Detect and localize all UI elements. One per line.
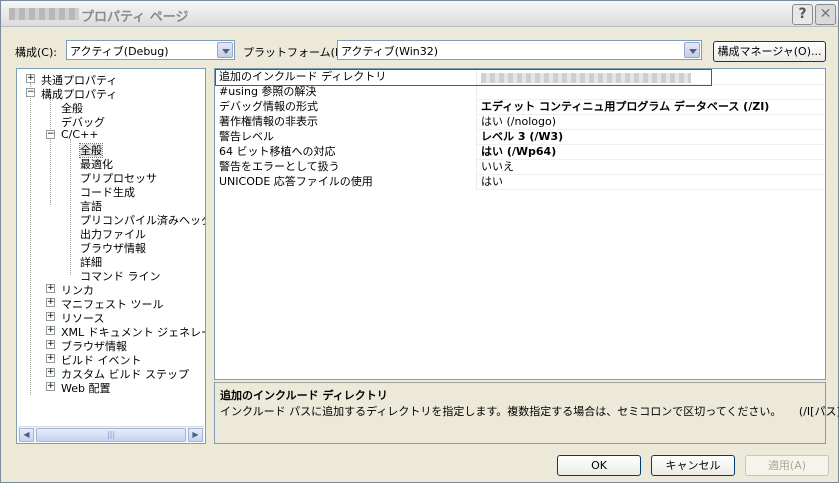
- expand-icon[interactable]: +: [46, 326, 55, 335]
- tree-item-browse-info[interactable]: ブラウザ情報: [80, 240, 146, 255]
- property-name: デバッグ情報の形式: [215, 100, 477, 115]
- property-pages-window: プロパティ ページ ? ✕ 構成(C): アクティブ(Debug) プラットフォ…: [0, 0, 839, 483]
- expand-icon[interactable]: +: [46, 382, 55, 391]
- property-row[interactable]: 警告レベル レベル 3 (/W3): [215, 130, 825, 145]
- project-name-blurred: [9, 8, 79, 20]
- chevron-down-icon[interactable]: [217, 42, 233, 58]
- tree-line: [30, 83, 31, 395]
- config-value: アクティブ(Debug): [70, 45, 169, 58]
- platform-dropdown[interactable]: アクティブ(Win32): [337, 40, 702, 60]
- description-text-line: インクルード パスに追加するディレクトリを指定します。複数指定する場合は、セミコ…: [220, 403, 839, 419]
- property-value[interactable]: はい: [481, 175, 503, 190]
- expand-icon[interactable]: +: [46, 284, 55, 293]
- expand-icon[interactable]: +: [46, 298, 55, 307]
- tree-item-code-generation[interactable]: コード生成: [80, 184, 135, 199]
- tree-item-language[interactable]: 言語: [80, 198, 102, 213]
- tree-horizontal-scrollbar[interactable]: ◀ ||| ▶: [18, 426, 204, 442]
- tree-item-command-line[interactable]: コマンド ライン: [80, 268, 161, 283]
- property-name: 著作権情報の非表示: [215, 115, 477, 130]
- tree-line: [70, 139, 71, 275]
- config-manager-button[interactable]: 構成マネージャ(O)...: [713, 41, 826, 62]
- scroll-right-icon[interactable]: ▶: [188, 428, 203, 442]
- collapse-icon[interactable]: −: [46, 130, 55, 139]
- expand-icon[interactable]: +: [46, 354, 55, 363]
- tree-item-label: C/C++: [61, 128, 99, 141]
- window-title: プロパティ ページ: [81, 10, 189, 25]
- property-row[interactable]: 警告をエラーとして扱う いいえ: [215, 160, 825, 175]
- tree-item-preprocessor[interactable]: プリプロセッサ: [80, 170, 157, 185]
- expand-icon[interactable]: +: [46, 340, 55, 349]
- close-button[interactable]: ✕: [815, 4, 836, 25]
- tree-item-output-files[interactable]: 出力ファイル: [80, 226, 146, 241]
- property-row[interactable]: 64 ビット移植への対応 はい (/Wp64): [215, 145, 825, 160]
- property-row[interactable]: UNICODE 応答ファイルの使用 はい: [215, 175, 825, 190]
- property-value[interactable]: いいえ: [481, 160, 514, 175]
- description-switch: (/I[パス]): [798, 405, 839, 418]
- scroll-thumb[interactable]: |||: [36, 428, 186, 442]
- help-button[interactable]: ?: [792, 4, 813, 25]
- cancel-button[interactable]: キャンセル: [651, 455, 735, 476]
- collapse-icon[interactable]: −: [26, 88, 35, 97]
- property-value[interactable]: エディット コンティニュ用プログラム データベース (/ZI): [481, 100, 769, 115]
- property-row[interactable]: #using 参照の解決: [215, 85, 825, 100]
- apply-button[interactable]: 適用(A): [745, 455, 829, 476]
- property-name: 警告をエラーとして扱う: [215, 160, 477, 175]
- expand-icon[interactable]: +: [46, 368, 55, 377]
- config-label: 構成(C):: [15, 46, 57, 59]
- property-value[interactable]: はい (/nologo): [481, 115, 556, 130]
- description-text: インクルード パスに追加するディレクトリを指定します。複数指定する場合は、セミコ…: [220, 405, 782, 418]
- expand-icon[interactable]: +: [46, 312, 55, 321]
- property-grid[interactable]: 追加のインクルード ディレクトリ #using 参照の解決 デバッグ情報の形式 …: [214, 68, 826, 380]
- tree-item-label: Web 配置: [61, 382, 111, 395]
- tree-item-cpp-general[interactable]: 全般: [79, 142, 103, 158]
- property-name: 警告レベル: [215, 130, 477, 145]
- highlight-box: [215, 69, 712, 86]
- expand-icon[interactable]: +: [26, 74, 35, 83]
- property-name: #using 参照の解決: [215, 85, 477, 100]
- tree-item-debug[interactable]: デバッグ: [61, 114, 105, 129]
- property-name: 64 ビット移植への対応: [215, 145, 477, 160]
- property-row[interactable]: 著作権情報の非表示 はい (/nologo): [215, 115, 825, 130]
- tree-item-optimization[interactable]: 最適化: [80, 156, 113, 171]
- property-value[interactable]: はい (/Wp64): [481, 145, 556, 160]
- scroll-left-icon[interactable]: ◀: [19, 428, 34, 442]
- description-title: 追加のインクルード ディレクトリ: [220, 389, 388, 402]
- property-value[interactable]: レベル 3 (/W3): [481, 130, 563, 145]
- chevron-down-icon[interactable]: [684, 42, 700, 58]
- platform-value: アクティブ(Win32): [341, 45, 439, 58]
- category-tree[interactable]: + 共通プロパティ − 構成プロパティ 全般 デバッグ − C/C++ 全般 最…: [16, 68, 206, 444]
- config-dropdown[interactable]: アクティブ(Debug): [66, 40, 235, 60]
- tree-item-general[interactable]: 全般: [61, 100, 83, 115]
- property-row[interactable]: デバッグ情報の形式 エディット コンティニュ用プログラム データベース (/ZI…: [215, 100, 825, 115]
- tree-line: [50, 97, 51, 205]
- title-bar[interactable]: プロパティ ページ ? ✕: [1, 1, 838, 27]
- description-panel: 追加のインクルード ディレクトリ インクルード パスに追加するディレクトリを指定…: [214, 382, 839, 444]
- property-name: UNICODE 応答ファイルの使用: [215, 175, 477, 190]
- tree-item-precompiled-headers[interactable]: プリコンパイル済みヘッダー: [80, 212, 205, 227]
- tree-item-advanced[interactable]: 詳細: [80, 254, 102, 269]
- platform-label: プラットフォーム(P):: [243, 46, 350, 59]
- ok-button[interactable]: OK: [557, 455, 641, 476]
